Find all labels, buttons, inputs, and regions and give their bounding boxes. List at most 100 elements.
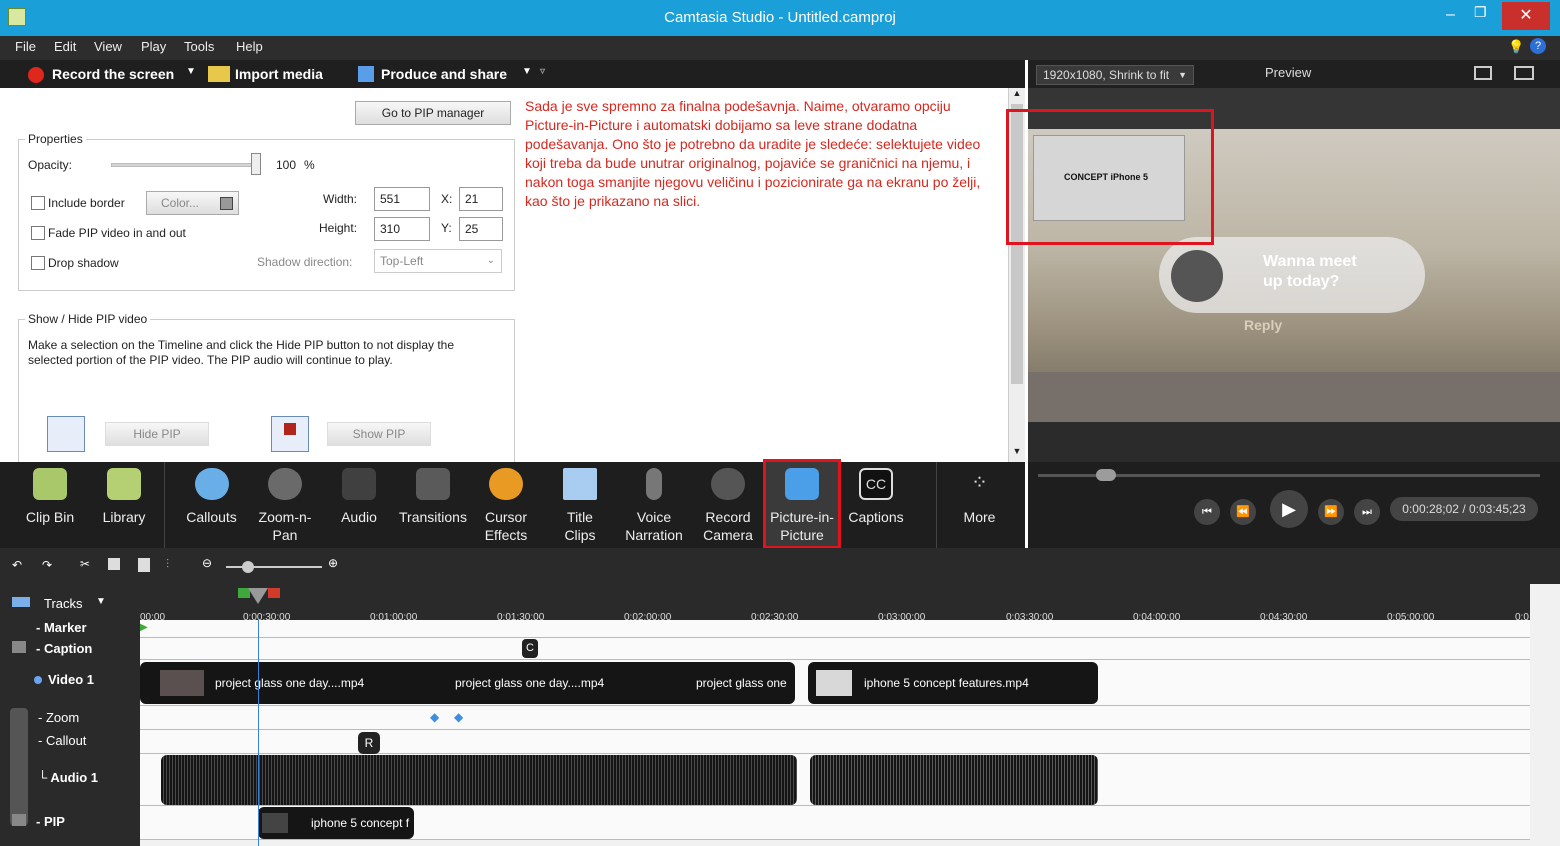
undo-icon[interactable]: ↶ xyxy=(12,558,22,572)
restore-button[interactable]: ❐ xyxy=(1474,4,1487,21)
lock-icon[interactable] xyxy=(12,641,26,653)
drop-shadow-checkbox[interactable] xyxy=(31,256,45,270)
fast-forward-icon[interactable]: ⏩ xyxy=(1318,499,1344,525)
hide-pip-button[interactable]: Hide PIP xyxy=(105,422,209,446)
menu-view[interactable]: View xyxy=(94,39,122,54)
go-to-pip-manager-button[interactable]: Go to PIP manager xyxy=(355,101,511,125)
cut-icon[interactable]: ✂ xyxy=(80,557,90,571)
detach-preview-icon[interactable] xyxy=(1514,66,1534,80)
rewind-icon[interactable]: ⏪ xyxy=(1230,499,1256,525)
y-label: Y: xyxy=(441,221,452,235)
pip-row[interactable]: iphone 5 concept f xyxy=(140,806,1530,840)
caption-row[interactable]: C xyxy=(140,638,1530,660)
chevron-down-icon[interactable]: ▼ xyxy=(96,596,106,607)
tool-cursor-effects[interactable]: Cursor Effects xyxy=(474,462,538,548)
marker-flag-icon[interactable]: ▶ xyxy=(140,622,148,633)
skip-end-icon[interactable]: ⏭ xyxy=(1354,499,1380,525)
paste-icon[interactable] xyxy=(138,558,150,572)
callout-marker[interactable]: R xyxy=(358,732,380,754)
lock-icon[interactable] xyxy=(12,814,26,826)
group-lock-bar[interactable] xyxy=(10,708,28,826)
callout-row[interactable]: R xyxy=(140,730,1530,754)
opacity-slider-track[interactable] xyxy=(111,163,259,167)
menu-play[interactable]: Play xyxy=(141,39,166,54)
tool-transitions[interactable]: Transitions xyxy=(396,462,470,548)
video-clip-1[interactable]: project glass one day....mp4 project gla… xyxy=(140,662,795,704)
zoom-keyframe[interactable]: ◆ xyxy=(454,710,463,724)
produce-button[interactable]: Produce and share xyxy=(381,66,507,82)
tool-audio[interactable]: Audio xyxy=(328,462,390,548)
tool-zoom-n-pan[interactable]: Zoom-n- Pan xyxy=(250,462,320,548)
main-toolbar: Record the screen ▼ Import media Produce… xyxy=(0,60,1025,88)
tool-callouts[interactable]: Callouts xyxy=(164,462,258,548)
pip-clip[interactable]: iphone 5 concept f xyxy=(258,807,414,839)
toolbar-overflow-icon[interactable]: ▿ xyxy=(540,66,545,77)
marker-row[interactable]: ▶ xyxy=(140,620,1530,638)
caption-label: Caption xyxy=(43,641,93,656)
zoom-slider-thumb[interactable] xyxy=(242,561,254,573)
video-clip-2[interactable]: iphone 5 concept features.mp4 xyxy=(808,662,1098,704)
tool-label-2: Narration xyxy=(625,527,683,543)
caption-marker[interactable]: C xyxy=(522,639,538,658)
tool-more[interactable]: ⁘ More xyxy=(936,462,1022,548)
zoom-keyframe[interactable]: ◆ xyxy=(430,710,439,724)
help-icon[interactable]: ? xyxy=(1530,38,1546,54)
height-input[interactable]: 310 xyxy=(374,217,430,241)
width-input[interactable]: 551 xyxy=(374,187,430,211)
tracks-menu[interactable]: Tracks xyxy=(44,596,83,611)
clip-label: project glass one day....mp4 xyxy=(455,676,605,690)
tip-bulb-icon[interactable]: 💡 xyxy=(1508,39,1524,55)
tool-clip-bin[interactable]: Clip Bin xyxy=(18,462,82,548)
import-button[interactable]: Import media xyxy=(235,66,323,82)
copy-icon[interactable] xyxy=(108,558,120,570)
zoom-in-icon[interactable]: ⊕ xyxy=(328,556,338,570)
menu-tools[interactable]: Tools xyxy=(184,39,214,54)
zoom-slider[interactable] xyxy=(226,566,322,568)
properties-label: Properties xyxy=(25,132,86,146)
fullscreen-icon[interactable] xyxy=(1474,66,1492,80)
split-icon[interactable]: ⫶ xyxy=(166,557,169,572)
time-ruler[interactable]: 00;00 0:00:30;00 0:01:00;00 0:01:30;00 0… xyxy=(140,584,1530,623)
shadow-direction-select[interactable]: Top-Left ⌄ xyxy=(374,249,502,273)
video-row[interactable]: project glass one day....mp4 project gla… xyxy=(140,660,1530,706)
seek-thumb[interactable] xyxy=(1096,469,1116,481)
tool-library[interactable]: Library xyxy=(92,462,156,548)
timeline: ↶ ↷ ✂ ⫶ ⊖ ⊕ Tracks ▼ - Marker - Caption … xyxy=(0,548,1560,846)
audio-row[interactable] xyxy=(140,754,1530,806)
tool-title-clips[interactable]: Title Clips xyxy=(548,462,612,548)
tool-label: Clip Bin xyxy=(25,509,75,525)
minimize-button[interactable]: – xyxy=(1446,6,1455,24)
play-icon[interactable]: ▶ xyxy=(1270,490,1308,528)
show-pip-button[interactable]: Show PIP xyxy=(327,422,431,446)
audio-clip-1[interactable] xyxy=(161,755,797,805)
menu-help[interactable]: Help xyxy=(236,39,263,54)
x-input[interactable]: 21 xyxy=(459,187,503,211)
selection-end-handle[interactable] xyxy=(268,588,280,598)
fade-checkbox[interactable] xyxy=(31,226,45,240)
record-button[interactable]: Record the screen xyxy=(52,66,174,82)
playhead[interactable] xyxy=(248,588,268,604)
close-button[interactable]: ✕ xyxy=(1502,2,1550,30)
resolution-dropdown[interactable]: 1920x1080, Shrink to fit ▼ xyxy=(1036,65,1194,85)
produce-dropdown-icon[interactable]: ▼ xyxy=(522,66,532,77)
selection-start-handle[interactable] xyxy=(238,588,250,598)
opacity-slider-thumb[interactable] xyxy=(251,153,261,175)
audio-clip-2[interactable] xyxy=(810,755,1098,805)
scroll-up-icon[interactable]: ▲ xyxy=(1010,88,1024,102)
tool-captions[interactable]: CC Captions xyxy=(844,462,908,548)
scroll-down-icon[interactable]: ▼ xyxy=(1010,446,1024,460)
tracks-icon xyxy=(12,597,30,607)
tool-record-camera[interactable]: Record Camera xyxy=(696,462,760,548)
menu-edit[interactable]: Edit xyxy=(54,39,76,54)
tool-voice-narration[interactable]: Voice Narration xyxy=(620,462,688,548)
zoom-row[interactable]: ◆ ◆ xyxy=(140,706,1530,730)
record-dropdown-icon[interactable]: ▼ xyxy=(186,66,196,77)
y-input[interactable]: 25 xyxy=(459,217,503,241)
redo-icon[interactable]: ↷ xyxy=(42,558,52,572)
zoom-out-icon[interactable]: ⊖ xyxy=(202,556,212,570)
menu-file[interactable]: File xyxy=(15,39,36,54)
include-border-checkbox[interactable] xyxy=(31,196,45,210)
skip-start-icon[interactable]: ⏮ xyxy=(1194,499,1220,525)
zoom-track-label: - Zoom xyxy=(38,710,80,725)
color-button[interactable]: Color... xyxy=(146,191,239,215)
